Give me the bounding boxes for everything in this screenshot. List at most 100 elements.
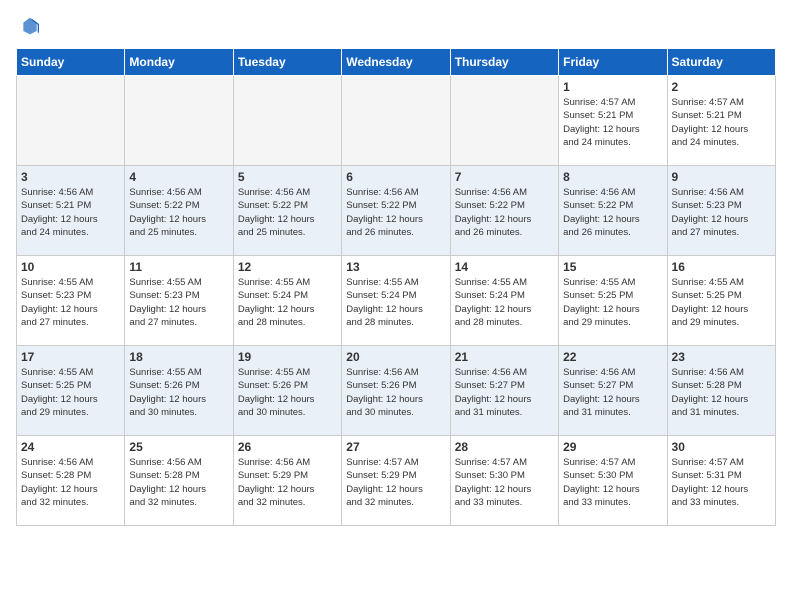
day-info: Sunrise: 4:55 AM Sunset: 5:24 PM Dayligh…	[346, 276, 445, 329]
weekday-sunday: Sunday	[17, 49, 125, 76]
day-info: Sunrise: 4:56 AM Sunset: 5:27 PM Dayligh…	[455, 366, 554, 419]
calendar-cell: 9 Sunrise: 4:56 AM Sunset: 5:23 PM Daylig…	[667, 166, 775, 256]
day-number: 8	[563, 170, 662, 184]
calendar-cell: 10 Sunrise: 4:55 AM Sunset: 5:23 PM Dayli…	[17, 256, 125, 346]
week-row-1: 1 Sunrise: 4:57 AM Sunset: 5:21 PM Daylig…	[17, 76, 776, 166]
calendar-cell: 24Sunrise: 4:56 AM Sunset: 5:28 PM Dayli…	[17, 436, 125, 526]
day-number: 6	[346, 170, 445, 184]
day-info: Sunrise: 4:55 AM Sunset: 5:26 PM Dayligh…	[129, 366, 228, 419]
day-info: Sunrise: 4:57 AM Sunset: 5:31 PM Dayligh…	[672, 456, 771, 509]
day-info: Sunrise: 4:56 AM Sunset: 5:21 PM Dayligh…	[21, 186, 120, 239]
day-info: Sunrise: 4:56 AM Sunset: 5:22 PM Dayligh…	[238, 186, 337, 239]
calendar-cell: 2 Sunrise: 4:57 AM Sunset: 5:21 PM Daylig…	[667, 76, 775, 166]
day-info: Sunrise: 4:56 AM Sunset: 5:22 PM Dayligh…	[346, 186, 445, 239]
day-info: Sunrise: 4:56 AM Sunset: 5:22 PM Dayligh…	[563, 186, 662, 239]
day-info: Sunrise: 4:55 AM Sunset: 5:25 PM Dayligh…	[672, 276, 771, 329]
day-info: Sunrise: 4:56 AM Sunset: 5:22 PM Dayligh…	[129, 186, 228, 239]
day-number: 30	[672, 440, 771, 454]
week-row-2: 3Sunrise: 4:56 AM Sunset: 5:21 PM Daylig…	[17, 166, 776, 256]
page: SundayMondayTuesdayWednesdayThursdayFrid…	[0, 0, 792, 612]
day-number: 5	[238, 170, 337, 184]
calendar-cell	[17, 76, 125, 166]
day-number: 17	[21, 350, 120, 364]
calendar-cell: 8 Sunrise: 4:56 AM Sunset: 5:22 PM Daylig…	[559, 166, 667, 256]
day-info: Sunrise: 4:56 AM Sunset: 5:29 PM Dayligh…	[238, 456, 337, 509]
day-info: Sunrise: 4:57 AM Sunset: 5:21 PM Dayligh…	[672, 96, 771, 149]
day-info: Sunrise: 4:56 AM Sunset: 5:23 PM Dayligh…	[672, 186, 771, 239]
weekday-wednesday: Wednesday	[342, 49, 450, 76]
calendar-cell: 6 Sunrise: 4:56 AM Sunset: 5:22 PM Daylig…	[342, 166, 450, 256]
day-number: 2	[672, 80, 771, 94]
calendar-cell: 11 Sunrise: 4:55 AM Sunset: 5:23 PM Dayli…	[125, 256, 233, 346]
day-number: 14	[455, 260, 554, 274]
week-row-5: 24 Sunrise: 4:56 AM Sunset: 5:28 PM Dayli…	[17, 436, 776, 526]
calendar-cell: 25 Sunrise: 4:56 AM Sunset: 5:28 PM Dayli…	[125, 436, 233, 526]
day-info: Sunrise: 4:56 AM Sunset: 5:28 PM Dayligh…	[672, 366, 771, 419]
day-info: Sunrise: 4:57 AM Sunset: 5:30 PM Dayligh…	[563, 456, 662, 509]
day-info: Sunrise: 4:55 AM Sunset: 5:25 PM Dayligh…	[563, 276, 662, 329]
day-number: 25	[129, 440, 228, 454]
day-number: 24	[21, 440, 120, 454]
week-row-3: 10 Sunrise: 4:55 AM Sunset: 5:23 PM Dayli…	[17, 256, 776, 346]
calendar-cell: 15 Sunrise: 4:55 AM Sunset: 5:25 PM Dayli…	[559, 256, 667, 346]
calendar-cell	[450, 76, 558, 166]
day-number: 20	[346, 350, 445, 364]
weekday-header-row: SundayMondayTuesdayWednesdayThursdayFrid…	[17, 49, 776, 76]
day-info: Sunrise: 4:55 AM Sunset: 5:23 PM Dayligh…	[21, 276, 120, 329]
weekday-thursday: Thursday	[450, 49, 558, 76]
day-number: 9	[672, 170, 771, 184]
day-number: 29	[563, 440, 662, 454]
day-info: Sunrise: 4:55 AM Sunset: 5:24 PM Dayligh…	[238, 276, 337, 329]
header	[16, 16, 776, 36]
day-number: 10	[21, 260, 120, 274]
calendar-cell: 17 Sunrise: 4:55 AM Sunset: 5:25 PM Dayli…	[17, 346, 125, 436]
day-number: 27	[346, 440, 445, 454]
day-number: 23	[672, 350, 771, 364]
calendar-cell: 28Sunrise: 4:57 AM Sunset: 5:30 PM Dayli…	[450, 436, 558, 526]
weekday-friday: Friday	[559, 49, 667, 76]
day-number: 19	[238, 350, 337, 364]
day-number: 26	[238, 440, 337, 454]
calendar-cell: 27Sunrise: 4:57 AM Sunset: 5:29 PM Dayli…	[342, 436, 450, 526]
day-info: Sunrise: 4:57 AM Sunset: 5:30 PM Dayligh…	[455, 456, 554, 509]
weekday-saturday: Saturday	[667, 49, 775, 76]
day-info: Sunrise: 4:56 AM Sunset: 5:27 PM Dayligh…	[563, 366, 662, 419]
calendar-cell: 5 Sunrise: 4:56 AM Sunset: 5:22 PM Daylig…	[233, 166, 341, 256]
day-number: 13	[346, 260, 445, 274]
calendar-cell: 4 Sunrise: 4:56 AM Sunset: 5:22 PM Daylig…	[125, 166, 233, 256]
calendar-cell: 12 Sunrise: 4:55 AM Sunset: 5:24 PM Dayli…	[233, 256, 341, 346]
day-number: 16	[672, 260, 771, 274]
day-number: 11	[129, 260, 228, 274]
day-info: Sunrise: 4:56 AM Sunset: 5:26 PM Dayligh…	[346, 366, 445, 419]
logo-icon	[20, 16, 40, 36]
day-number: 22	[563, 350, 662, 364]
calendar-cell	[125, 76, 233, 166]
calendar-cell: 3Sunrise: 4:56 AM Sunset: 5:21 PM Daylig…	[17, 166, 125, 256]
day-info: Sunrise: 4:55 AM Sunset: 5:26 PM Dayligh…	[238, 366, 337, 419]
day-info: Sunrise: 4:55 AM Sunset: 5:23 PM Dayligh…	[129, 276, 228, 329]
calendar-cell: 20 Sunrise: 4:56 AM Sunset: 5:26 PM Dayli…	[342, 346, 450, 436]
day-number: 15	[563, 260, 662, 274]
day-info: Sunrise: 4:57 AM Sunset: 5:21 PM Dayligh…	[563, 96, 662, 149]
calendar-table: SundayMondayTuesdayWednesdayThursdayFrid…	[16, 48, 776, 526]
day-info: Sunrise: 4:56 AM Sunset: 5:28 PM Dayligh…	[129, 456, 228, 509]
weekday-tuesday: Tuesday	[233, 49, 341, 76]
calendar-cell: 14 Sunrise: 4:55 AM Sunset: 5:24 PM Dayli…	[450, 256, 558, 346]
day-number: 1	[563, 80, 662, 94]
calendar-cell: 16 Sunrise: 4:55 AM Sunset: 5:25 PM Dayli…	[667, 256, 775, 346]
day-number: 21	[455, 350, 554, 364]
calendar-cell: 13 Sunrise: 4:55 AM Sunset: 5:24 PM Dayli…	[342, 256, 450, 346]
calendar-cell: 19 Sunrise: 4:55 AM Sunset: 5:26 PM Dayli…	[233, 346, 341, 436]
day-info: Sunrise: 4:55 AM Sunset: 5:24 PM Dayligh…	[455, 276, 554, 329]
calendar-cell: 1 Sunrise: 4:57 AM Sunset: 5:21 PM Daylig…	[559, 76, 667, 166]
calendar-cell: 18Sunrise: 4:55 AM Sunset: 5:26 PM Dayli…	[125, 346, 233, 436]
week-row-4: 17 Sunrise: 4:55 AM Sunset: 5:25 PM Dayli…	[17, 346, 776, 436]
day-number: 12	[238, 260, 337, 274]
day-number: 7	[455, 170, 554, 184]
calendar-cell: 23 Sunrise: 4:56 AM Sunset: 5:28 PM Dayli…	[667, 346, 775, 436]
logo	[16, 16, 42, 36]
day-number: 4	[129, 170, 228, 184]
day-info: Sunrise: 4:55 AM Sunset: 5:25 PM Dayligh…	[21, 366, 120, 419]
weekday-monday: Monday	[125, 49, 233, 76]
calendar-cell	[342, 76, 450, 166]
